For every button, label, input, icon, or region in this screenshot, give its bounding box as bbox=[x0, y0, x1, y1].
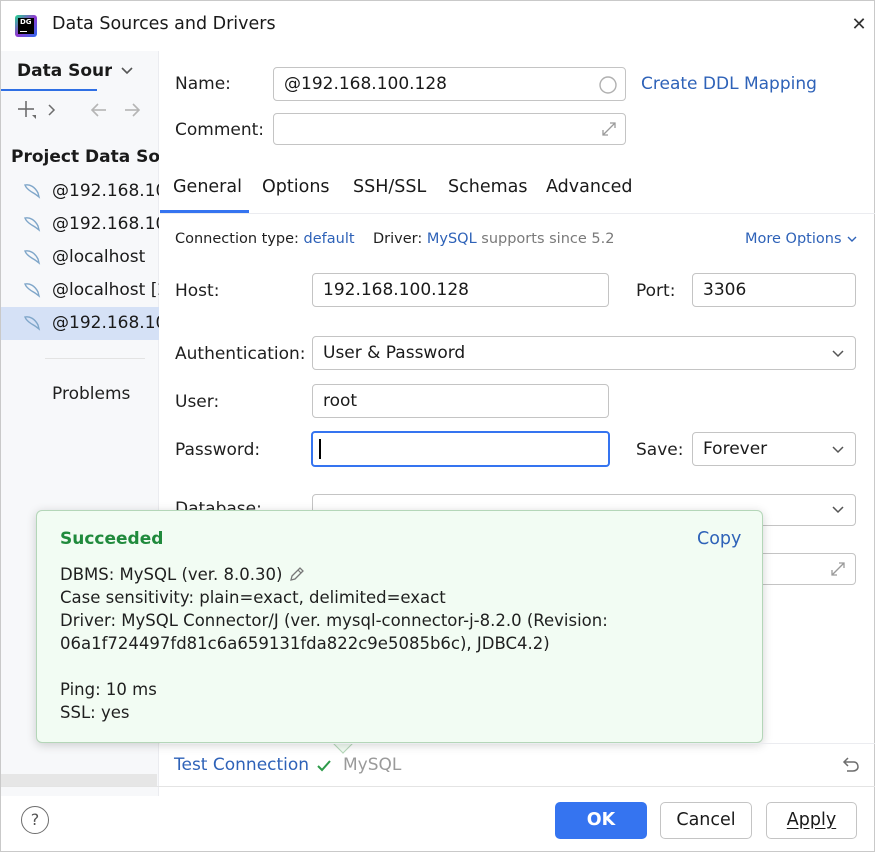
expand-icon[interactable] bbox=[600, 120, 618, 138]
tabs-divider bbox=[160, 213, 875, 214]
comment-input[interactable] bbox=[273, 113, 626, 145]
more-options-link[interactable]: More Options bbox=[745, 231, 858, 247]
connection-type-link[interactable]: default bbox=[304, 231, 355, 247]
data-source-item[interactable]: @192.168.100.128 bbox=[1, 208, 159, 241]
user-input[interactable]: root bbox=[312, 384, 609, 418]
dialog-window: DG Data Sources and Drivers ✕ Data Sourc… bbox=[0, 0, 875, 852]
create-ddl-mapping-link[interactable]: Create DDL Mapping bbox=[641, 74, 817, 94]
tab-advanced[interactable]: Advanced bbox=[546, 177, 632, 197]
connection-type-row: Connection type: default Driver: MySQL s… bbox=[175, 231, 615, 247]
revert-icon[interactable] bbox=[840, 755, 860, 775]
host-label: Host: bbox=[175, 281, 220, 301]
mysql-dolphin-icon bbox=[23, 316, 41, 331]
user-label: User: bbox=[175, 392, 220, 412]
tab-schemas[interactable]: Schemas bbox=[448, 177, 527, 197]
data-source-item[interactable]: @localhost bbox=[1, 241, 159, 274]
password-input[interactable] bbox=[311, 431, 610, 467]
chevron-down-icon bbox=[832, 506, 844, 514]
driver-link[interactable]: MySQL bbox=[427, 231, 477, 247]
back-arrow-icon[interactable] bbox=[89, 101, 109, 119]
data-sources-tab[interactable]: Data Sources bbox=[17, 61, 112, 81]
add-icon[interactable] bbox=[16, 99, 38, 121]
driver-name: MySQL bbox=[343, 755, 402, 775]
text-caret bbox=[319, 439, 321, 459]
port-input[interactable]: 3306 bbox=[692, 273, 856, 307]
ping-line: Ping: 10 ms bbox=[60, 680, 157, 699]
chevron-down-icon bbox=[832, 446, 844, 454]
authentication-label: Authentication: bbox=[175, 344, 306, 364]
left-horizontal-scrollbar[interactable] bbox=[1, 774, 157, 786]
left-divider bbox=[45, 358, 145, 359]
port-label: Port: bbox=[636, 281, 676, 301]
mysql-dolphin-icon bbox=[23, 283, 41, 298]
checkmark-icon bbox=[317, 760, 331, 772]
mysql-dolphin-icon bbox=[23, 184, 41, 199]
title-bar: DG Data Sources and Drivers ✕ bbox=[1, 1, 875, 51]
chevron-right-icon[interactable] bbox=[46, 103, 58, 117]
help-icon[interactable]: ? bbox=[21, 806, 49, 834]
close-icon[interactable]: ✕ bbox=[847, 13, 871, 37]
datagrip-app-icon: DG bbox=[15, 15, 37, 37]
comment-label: Comment: bbox=[175, 120, 265, 140]
case-sensitivity-line: Case sensitivity: plain=exact, delimited… bbox=[60, 588, 446, 607]
mysql-dolphin-icon bbox=[23, 217, 41, 232]
mysql-dolphin-icon bbox=[23, 250, 41, 265]
apply-button[interactable]: Apply bbox=[766, 802, 857, 839]
forward-arrow-icon[interactable] bbox=[122, 101, 142, 119]
dbms-line: DBMS: MySQL (ver. 8.0.30) bbox=[60, 565, 306, 584]
save-label: Save: bbox=[636, 440, 684, 460]
tab-general[interactable]: General bbox=[173, 177, 242, 197]
ssl-line: SSL: yes bbox=[60, 703, 130, 722]
driver-line-1: Driver: MySQL Connector/J (ver. mysql-co… bbox=[60, 611, 608, 630]
copy-link[interactable]: Copy bbox=[697, 529, 741, 549]
footer-divider bbox=[1, 786, 875, 787]
tab-ssh-ssl[interactable]: SSH/SSL bbox=[353, 177, 426, 197]
edit-pencil-icon[interactable] bbox=[288, 565, 306, 583]
name-label: Name: bbox=[175, 74, 231, 94]
driver-line-2: 06a1f724497fd81c6a659131fda822c9e5085b6c… bbox=[60, 634, 550, 653]
host-input[interactable]: 192.168.100.128 bbox=[312, 273, 609, 307]
chevron-down-icon bbox=[847, 236, 857, 242]
chevron-down-icon[interactable] bbox=[120, 65, 134, 77]
expand-icon[interactable] bbox=[829, 560, 847, 578]
tab-underline bbox=[1, 89, 97, 91]
cancel-button[interactable]: Cancel bbox=[660, 802, 752, 839]
data-source-item[interactable]: @192.168.100.128 bbox=[1, 175, 159, 208]
tab-options[interactable]: Options bbox=[262, 177, 330, 197]
problems-item[interactable]: Problems bbox=[52, 384, 130, 404]
chevron-down-icon bbox=[832, 350, 844, 358]
ok-button[interactable]: OK bbox=[555, 802, 647, 839]
authentication-dropdown[interactable]: User & Password bbox=[312, 336, 856, 370]
bottom-divider bbox=[160, 743, 875, 744]
test-connection-link[interactable]: Test Connection bbox=[174, 755, 309, 775]
data-source-item-selected[interactable]: @192.168.100.128 bbox=[1, 307, 159, 340]
color-circle-icon[interactable] bbox=[598, 75, 618, 95]
status-succeeded: Succeeded bbox=[60, 529, 164, 549]
name-input[interactable]: @192.168.100.128 bbox=[273, 67, 626, 101]
window-title: Data Sources and Drivers bbox=[52, 14, 276, 34]
project-data-sources-header: Project Data Sources bbox=[11, 147, 159, 167]
password-label: Password: bbox=[175, 440, 261, 460]
test-connection-result-popup: Succeeded Copy DBMS: MySQL (ver. 8.0.30)… bbox=[36, 510, 763, 743]
save-dropdown[interactable]: Forever bbox=[692, 432, 856, 466]
data-source-item[interactable]: @localhost [2] bbox=[1, 274, 159, 307]
